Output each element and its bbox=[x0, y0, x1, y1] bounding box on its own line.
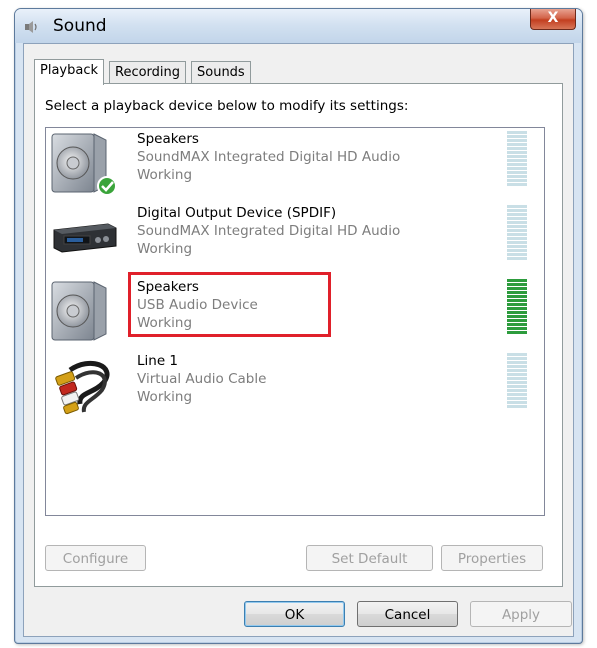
list-item-device-speakers-usb[interactable]: Speakers USB Audio Device Working bbox=[46, 272, 544, 350]
properties-button[interactable]: Properties bbox=[441, 545, 543, 571]
list-item-device-line-1[interactable]: Line 1 Virtual Audio Cable Working bbox=[46, 350, 544, 424]
rca-cable-icon bbox=[55, 360, 110, 415]
device-status: Working bbox=[137, 315, 193, 331]
level-meter bbox=[507, 205, 527, 261]
set-default-button[interactable]: Set Default bbox=[306, 545, 433, 571]
device-status: Working bbox=[137, 241, 193, 257]
playback-device-list[interactable]: Speakers SoundMAX Integrated Digital HD … bbox=[45, 127, 545, 516]
digital-output-device-icon bbox=[53, 223, 117, 253]
device-driver: SoundMAX Integrated Digital HD Audio bbox=[137, 149, 401, 165]
sound-dialog-window: Sound X Playback Recording Sounds Select… bbox=[14, 8, 583, 644]
tab-sounds[interactable]: Sounds bbox=[191, 61, 251, 84]
level-meter bbox=[507, 131, 527, 187]
list-item-device-speakers-soundmax[interactable]: Speakers SoundMAX Integrated Digital HD … bbox=[46, 128, 544, 202]
tab-recording[interactable]: Recording bbox=[109, 61, 187, 84]
dialog-client-area: Playback Recording Sounds Select a playb… bbox=[23, 43, 574, 637]
ok-button[interactable]: OK bbox=[244, 601, 345, 627]
playback-tab-panel: Select a playback device below to modify… bbox=[34, 83, 563, 587]
device-status: Working bbox=[137, 389, 193, 405]
device-name: Line 1 bbox=[137, 353, 179, 369]
device-name: Digital Output Device (SPDIF) bbox=[137, 205, 337, 221]
list-item-device-digital-output[interactable]: Digital Output Device (SPDIF) SoundMAX I… bbox=[46, 202, 544, 276]
device-status: Working bbox=[137, 167, 193, 183]
device-name: Speakers bbox=[137, 131, 199, 147]
device-driver: USB Audio Device bbox=[137, 297, 258, 313]
level-meter-active bbox=[507, 279, 527, 335]
instruction-text: Select a playback device below to modify… bbox=[45, 98, 409, 114]
close-button[interactable]: X bbox=[530, 9, 576, 30]
device-driver: Virtual Audio Cable bbox=[137, 371, 267, 387]
speaker-default-icon bbox=[51, 133, 117, 196]
configure-button[interactable]: Configure bbox=[45, 545, 146, 571]
device-driver: SoundMAX Integrated Digital HD Audio bbox=[137, 223, 401, 239]
cancel-button[interactable]: Cancel bbox=[357, 601, 458, 627]
level-meter bbox=[507, 353, 527, 409]
window-title: Sound bbox=[53, 16, 107, 36]
speaker-volume-icon bbox=[25, 21, 37, 33]
tab-playback[interactable]: Playback bbox=[34, 59, 105, 85]
apply-button[interactable]: Apply bbox=[470, 601, 572, 627]
device-name: Speakers bbox=[137, 279, 199, 295]
speaker-icon bbox=[51, 281, 107, 341]
title-bar[interactable]: Sound X bbox=[15, 9, 582, 43]
